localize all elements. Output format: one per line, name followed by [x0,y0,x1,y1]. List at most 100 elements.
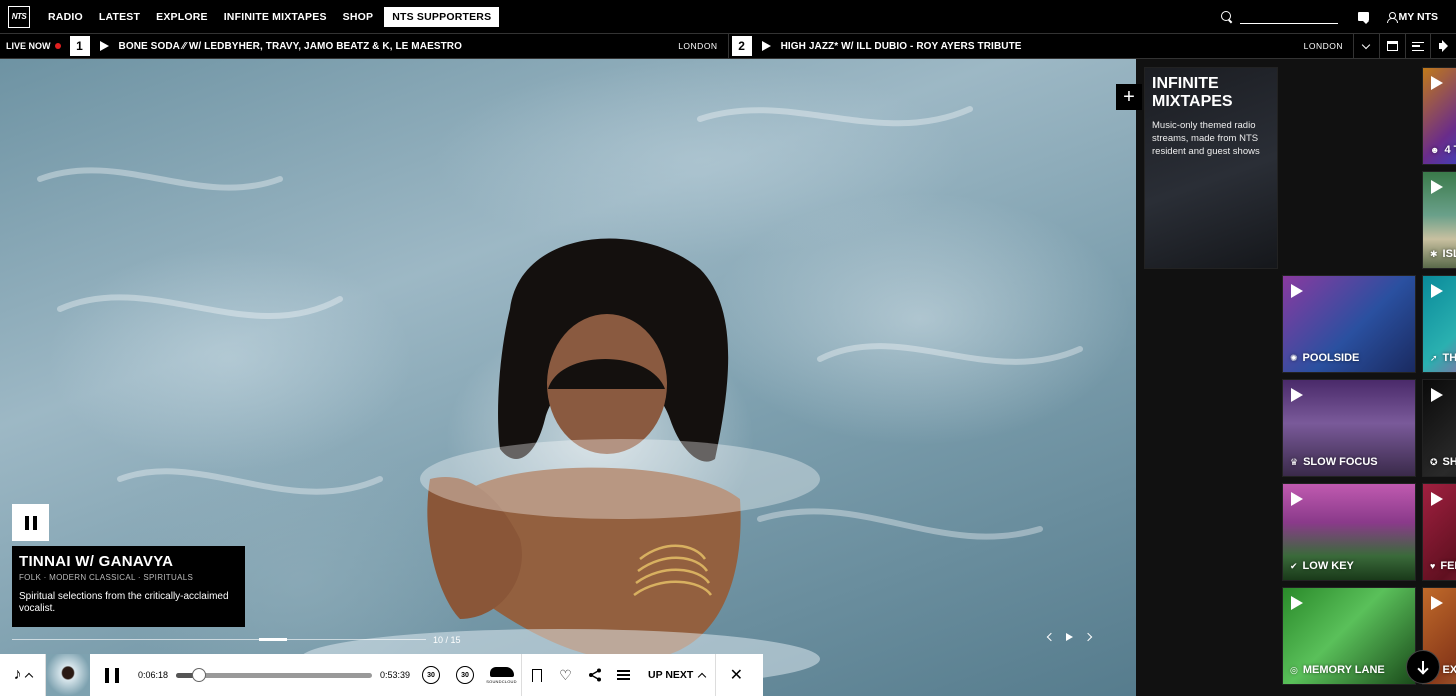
mixtape-icon: ✱ [1430,248,1438,259]
nav-infinite-mixtapes[interactable]: INFINITE MIXTAPES [216,11,335,23]
play-icon[interactable] [761,41,771,51]
channel-location: LONDON [1303,41,1344,51]
mixtape-tile[interactable]: ☻ 4 TO THE FLOOR [1422,67,1456,165]
show-card[interactable]: TINNAI W/ GANAVYA FOLK · MODERN CLASSICA… [12,546,245,627]
play-icon[interactable] [1431,180,1443,194]
my-nts-button[interactable]: MY NTS [1386,10,1438,23]
live-now-label: LIVE NOW [0,41,67,51]
playback-progress[interactable] [176,667,372,682]
mixtape-tile[interactable]: ◎ MEMORY LANE [1282,587,1416,685]
nts-logo[interactable]: NTS [8,5,30,28]
mixtape-tile[interactable]: ✱ ISLAND TIME [1422,171,1456,269]
share-icon [588,668,601,682]
nav-shop[interactable]: SHOP [335,11,382,23]
add-button[interactable]: + [1116,84,1142,110]
favourite-button[interactable]: ♡ [551,654,580,696]
up-next-button[interactable]: UP NEXT [638,654,717,696]
play-icon[interactable] [1431,284,1443,298]
skip-forward-button[interactable]: 30 [448,654,482,696]
now-playing-toggle[interactable]: ♪ [0,654,46,696]
mixtape-tile[interactable]: ✪ SHEET MUSIC [1422,379,1456,477]
play-icon[interactable] [1431,492,1443,506]
volume-button[interactable] [1430,33,1456,59]
chevron-left-icon[interactable] [1046,632,1056,642]
chat-icon[interactable] [1357,12,1369,24]
pause-icon [105,667,119,683]
search-input[interactable] [1239,9,1338,24]
mixtape-title: SLOW FOCUS [1303,456,1378,468]
close-player-button[interactable]: ✕ [716,654,756,696]
mixtape-tile[interactable]: ➚ THE TUBE [1422,275,1456,373]
nav-radio[interactable]: RADIO [40,11,91,23]
mixtape-label: ♛ SLOW FOCUS [1290,456,1378,468]
mixtape-label: ♥ FEELINGS [1430,560,1456,572]
chevron-right-icon[interactable] [1083,632,1093,642]
calendar-icon [1386,41,1398,51]
tracklist-button[interactable] [609,654,638,696]
mixtapes-intro[interactable]: INFINITE MIXTAPES Music-only themed radi… [1144,67,1278,269]
nav-nts-supporters[interactable]: NTS SUPPORTERS [384,6,500,27]
nav-explore[interactable]: EXPLORE [148,11,216,23]
expand-schedule-button[interactable] [1353,33,1379,59]
skip-back-button[interactable]: 30 [414,654,448,696]
mixtape-label: ✔ LOW KEY [1290,560,1354,572]
play-icon[interactable] [1291,284,1303,298]
mixtape-label: ◎ MEMORY LANE [1290,664,1385,676]
hero-banner[interactable]: TINNAI W/ GANAVYA FOLK · MODERN CLASSICA… [0,59,1136,696]
queue-button[interactable] [1404,33,1431,59]
channel-number: 2 [731,36,752,56]
search [1220,9,1338,24]
channel-title: BONE SODA ⁄⁄ W/ LEDBYHER, TRAVY, JAMO BE… [118,40,463,52]
show-description: Spiritual selections from the critically… [19,591,229,614]
play-icon[interactable] [1066,633,1073,641]
mixtape-tile[interactable]: ♥ FEELINGS [1422,483,1456,581]
mixtape-label: ✱ ISLAND TIME [1430,248,1456,260]
share-button[interactable] [580,654,609,696]
chevron-down-icon [1362,40,1371,49]
mixtape-icon: ✔ [1290,560,1298,571]
now-playing-thumbnail[interactable] [46,654,90,696]
close-icon: ✕ [729,667,744,684]
mixtapes-description: Music-only themed radio streams, made fr… [1152,120,1260,157]
search-icon[interactable] [1220,10,1234,24]
play-icon[interactable] [1431,388,1443,402]
mixtape-title: FEELINGS [1440,560,1456,572]
soundcloud-icon [489,666,514,677]
my-nts-label: MY NTS [1398,10,1438,23]
bookmark-icon [531,668,542,683]
up-next-label: UP NEXT [648,669,694,681]
nav-latest[interactable]: LATEST [91,11,148,23]
volume-icon [1439,43,1445,49]
scroll-down-button[interactable] [1406,650,1440,684]
elapsed-time: 0:06:18 [137,670,169,680]
soundcloud-button[interactable]: SOUNDCLOUD [482,654,522,696]
mixtape-tile[interactable]: ✔ LOW KEY [1282,483,1416,581]
mixtape-tile[interactable]: ✺ POOLSIDE [1282,275,1416,373]
mixtape-tile[interactable]: ♛ SLOW FOCUS [1282,379,1416,477]
slide-progress-track[interactable] [12,639,426,640]
mixtape-title: SHEET MUSIC [1442,456,1456,468]
mixtape-icon: ✪ [1430,456,1438,467]
play-icon[interactable] [1431,76,1443,90]
skip-back-icon: 30 [422,666,440,684]
play-icon[interactable] [1291,388,1303,402]
soundcloud-label: SOUNDCLOUD [486,678,517,684]
slide-counter: 10 / 15 [433,635,461,645]
channel-2[interactable]: 2 HIGH JAZZ* W/ ILL DUBIO - ROY AYERS TR… [727,33,1353,59]
play-icon[interactable] [1291,596,1303,610]
mixtape-icon: ♥ [1430,561,1436,571]
schedule-button[interactable] [1378,33,1405,59]
player-pause-button[interactable] [90,654,134,696]
play-icon[interactable] [99,41,109,51]
hero-pause-button[interactable] [12,504,49,541]
mixtape-icon: ☻ [1430,145,1440,155]
bookmark-button[interactable] [522,654,551,696]
progress-knob[interactable] [192,667,207,682]
list-icon [617,670,630,680]
mixtape-icon: ➚ [1430,352,1438,363]
channel-1[interactable]: 1 BONE SODA ⁄⁄ W/ LEDBYHER, TRAVY, JAMO … [67,33,728,59]
play-icon[interactable] [1291,492,1303,506]
play-icon[interactable] [1431,596,1443,610]
music-note-icon: ♪ [13,666,22,683]
show-genres: FOLK · MODERN CLASSICAL · SPIRITUALS [19,573,194,582]
